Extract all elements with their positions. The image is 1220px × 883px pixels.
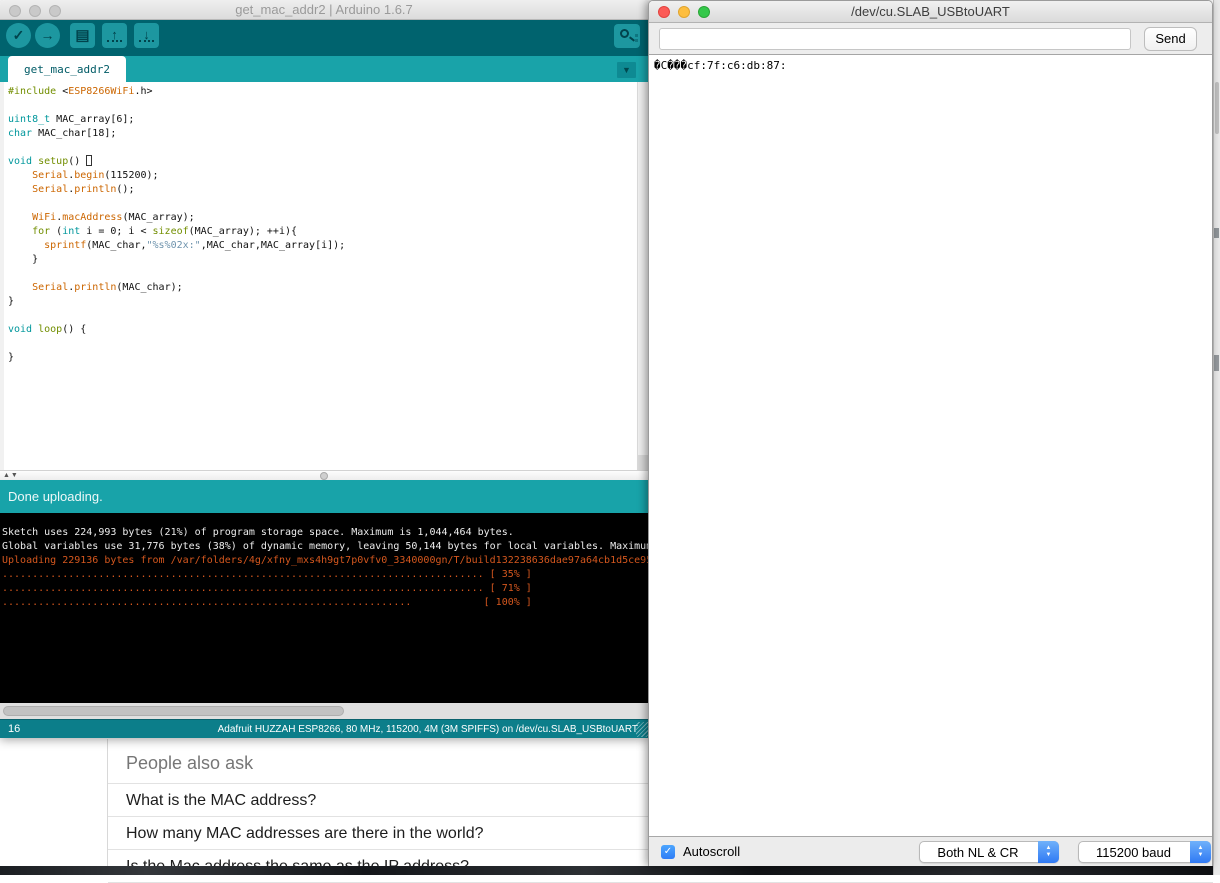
- page-fragment: [1214, 228, 1219, 238]
- arduino-titlebar[interactable]: get_mac_addr2 | Arduino 1.6.7: [0, 0, 648, 20]
- code-line: Serial.println(MAC_char);: [8, 281, 637, 295]
- console-line: ........................................…: [2, 596, 648, 610]
- resize-grip[interactable]: [636, 722, 648, 737]
- code-line: [8, 141, 637, 155]
- serial-monitor-button[interactable]: [614, 24, 640, 48]
- line-ending-value: Both NL & CR: [920, 842, 1036, 864]
- chevron-up-icon: ▲: [1198, 845, 1204, 851]
- arduino-window-title: get_mac_addr2 | Arduino 1.6.7: [0, 0, 648, 20]
- upload-console[interactable]: Sketch uses 224,993 bytes (21%) of progr…: [0, 513, 648, 703]
- code-line: Serial.println();: [8, 183, 637, 197]
- page-photo-strip: [0, 866, 1220, 875]
- autoscroll-checkbox[interactable]: ✓: [661, 845, 675, 859]
- serial-send-input[interactable]: [659, 28, 1131, 50]
- board-info: Adafruit HUZZAH ESP8266, 80 MHz, 115200,…: [218, 720, 638, 738]
- baud-rate-value: 115200 baud: [1079, 842, 1188, 864]
- check-icon: ✓: [13, 27, 25, 43]
- code-line: [8, 197, 637, 211]
- upload-button[interactable]: →: [35, 23, 60, 48]
- tab-get-mac-addr2[interactable]: get_mac_addr2: [8, 56, 126, 82]
- code-line: #include <ESP8266WiFi.h>: [8, 85, 637, 99]
- code-line: [8, 267, 637, 281]
- console-line: Global variables use 31,776 bytes (38%) …: [2, 540, 648, 554]
- arduino-toolbar: ✓ → ▤ ↑ ↓: [0, 20, 648, 56]
- code-line: [8, 337, 637, 351]
- code-line: [8, 309, 637, 323]
- arduino-statusbar: 16 Adafruit HUZZAH ESP8266, 80 MHz, 1152…: [0, 719, 648, 738]
- chevron-up-icon: ▲: [1046, 845, 1052, 851]
- code-line: char MAC_char[18];: [8, 127, 637, 141]
- sketch-list-button[interactable]: ▼: [617, 62, 636, 78]
- editor-console-divider[interactable]: ▲▼: [0, 470, 648, 480]
- send-button[interactable]: Send: [1144, 27, 1197, 51]
- code-line: for (int i = 0; i < sizeof(MAC_array); +…: [8, 225, 637, 239]
- verify-button[interactable]: ✓: [6, 23, 31, 48]
- magnifier-handle: [629, 36, 635, 41]
- arrow-down-icon: ↓: [143, 27, 150, 42]
- serial-titlebar[interactable]: /dev/cu.SLAB_USBtoUART: [649, 1, 1212, 23]
- browser-scrollbar-thumb[interactable]: [1215, 82, 1219, 134]
- line-number: 16: [8, 720, 20, 738]
- divider-handle[interactable]: [320, 472, 328, 480]
- stepper-icon: ▲▼: [1190, 841, 1211, 863]
- code-line: [8, 99, 637, 113]
- chevron-down-icon: ▼: [622, 65, 631, 75]
- code-line: void loop() {: [8, 323, 637, 337]
- code-line: uint8_t MAC_array[6];: [8, 113, 637, 127]
- code-line: }: [8, 295, 637, 309]
- new-sketch-button[interactable]: ▤: [70, 23, 95, 48]
- arrow-up-icon: ↑: [111, 27, 118, 42]
- console-line: ........................................…: [2, 568, 648, 582]
- baud-rate-select[interactable]: 115200 baud ▲▼: [1078, 841, 1211, 863]
- status-message-bar: Done uploading.: [0, 480, 648, 513]
- serial-monitor-window: /dev/cu.SLAB_USBtoUART Send �C���cf:7f:c…: [648, 0, 1213, 866]
- arrow-right-icon: →: [41, 27, 55, 43]
- console-line: ........................................…: [2, 582, 648, 596]
- console-scrollbar-thumb[interactable]: [3, 706, 344, 716]
- divider-arrows-icon[interactable]: ▲▼: [3, 471, 19, 480]
- arduino-ide-window: get_mac_addr2 | Arduino 1.6.7 ✓ → ▤ ↑ ↓ …: [0, 0, 648, 738]
- serial-output[interactable]: �C���cf:7f:c6:db:87:: [649, 55, 1212, 837]
- console-scrollbar[interactable]: [0, 703, 648, 719]
- stepper-icon: ▲▼: [1038, 841, 1059, 863]
- code-line: sprintf(MAC_char,"%s%02x:",MAC_char,MAC_…: [8, 239, 637, 253]
- arduino-tabbar: get_mac_addr2 ▼: [0, 56, 648, 82]
- serial-window-title: /dev/cu.SLAB_USBtoUART: [649, 1, 1212, 23]
- code-line: }: [8, 253, 637, 267]
- browser-scrollbar[interactable]: [1213, 0, 1220, 875]
- code-editor[interactable]: #include <ESP8266WiFi.h> uint8_t MAC_arra…: [0, 82, 637, 470]
- code-line: WiFi.macAddress(MAC_array);: [8, 211, 637, 225]
- scrollbar-corner: [638, 455, 648, 470]
- code-line: void setup(): [8, 155, 637, 169]
- chevron-down-icon: ▼: [1198, 852, 1204, 858]
- serial-toolbar: Send: [649, 23, 1212, 55]
- console-line: Sketch uses 224,993 bytes (21%) of progr…: [2, 526, 648, 540]
- line-ending-select[interactable]: Both NL & CR ▲▼: [919, 841, 1059, 863]
- save-button[interactable]: ↓: [134, 23, 159, 48]
- document-icon: ▤: [75, 27, 89, 44]
- page-fragment: [1214, 355, 1219, 371]
- code-line: }: [8, 351, 637, 365]
- autoscroll-label: Autoscroll: [683, 837, 740, 866]
- serial-footer: ✓ Autoscroll Both NL & CR ▲▼ 115200 baud…: [649, 836, 1212, 866]
- magnifier-dots: [635, 34, 638, 37]
- code-line: Serial.begin(115200);: [8, 169, 637, 183]
- editor-scrollbar[interactable]: [637, 82, 648, 470]
- console-line: Uploading 229136 bytes from /var/folders…: [2, 554, 648, 568]
- chevron-down-icon: ▼: [1046, 852, 1052, 858]
- magnifier-icon: [620, 29, 629, 38]
- open-button[interactable]: ↑: [102, 23, 127, 48]
